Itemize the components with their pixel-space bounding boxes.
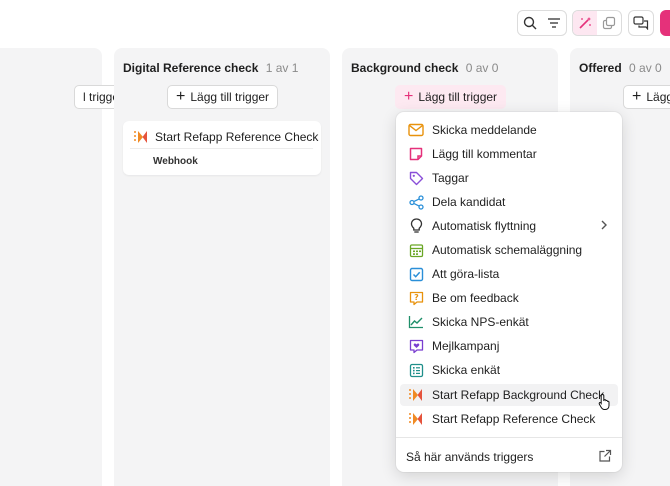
- refapp-icon: [408, 387, 424, 403]
- chart-line-icon: [408, 314, 424, 330]
- add-trigger-label: Lägg till trigger: [418, 90, 498, 104]
- trigger-card-subtitle: Webhook: [153, 156, 198, 167]
- menu-item-todo-list[interactable]: Att göra-lista: [400, 263, 618, 285]
- add-trigger-button[interactable]: + Lägg: [623, 85, 670, 109]
- menu-item-send-nps[interactable]: Skicka NPS-enkät: [400, 311, 618, 333]
- divider: [130, 148, 313, 149]
- trigger-card-title-row: Start Refapp Reference Check: [133, 129, 318, 145]
- view-toggle-group: [572, 10, 622, 36]
- search-filter-group: [517, 10, 567, 36]
- menu-item-label: Lägg till kommentar: [432, 147, 537, 161]
- question-icon: ?: [408, 290, 424, 306]
- hand-cursor-icon: [598, 393, 610, 410]
- refapp-icon: [408, 411, 424, 427]
- menu-item-label: Be om feedback: [432, 291, 519, 305]
- pipeline-column-digital-reference-check: Digital Reference check 1 av 1 + Lägg ti…: [114, 48, 330, 486]
- menu-item-refapp-reference-check[interactable]: Start Refapp Reference Check: [400, 408, 618, 430]
- menu-item-label: Start Refapp Background Check: [432, 388, 605, 402]
- help-link-label: Så här används triggers: [406, 450, 534, 464]
- external-link-icon: [599, 449, 612, 462]
- menu-item-label: Mejlkampanj: [432, 339, 500, 353]
- column-count: 0 av 0: [465, 61, 499, 75]
- refapp-icon: [134, 131, 147, 143]
- comment-icon: [408, 146, 424, 162]
- menu-item-label: Dela kandidat: [432, 195, 506, 209]
- column-title: Offered: [579, 61, 622, 75]
- column-title: Background check: [351, 61, 459, 75]
- calendar-icon: [408, 242, 424, 258]
- add-trigger-label: Lägg: [646, 90, 670, 104]
- column-header: Digital Reference check 1 av 1: [123, 61, 298, 75]
- filter-icon: [548, 18, 560, 28]
- menu-item-share-candidate[interactable]: Dela kandidat: [400, 191, 618, 213]
- menu-item-send-message[interactable]: Skicka meddelande: [400, 119, 618, 141]
- heart-message-icon: [408, 338, 424, 354]
- trigger-card-title: Start Refapp Reference Check: [155, 130, 319, 144]
- chevron-right-icon: [601, 220, 607, 230]
- plus-icon: +: [404, 88, 414, 105]
- svg-text:?: ?: [414, 293, 419, 302]
- search-button[interactable]: [518, 11, 542, 35]
- trigger-card[interactable]: Start Refapp Reference Check Webhook: [123, 121, 321, 175]
- column-title: Digital Reference check: [123, 61, 259, 75]
- menu-item-send-survey[interactable]: Skicka enkät: [400, 359, 618, 381]
- search-icon: [523, 16, 537, 30]
- share-icon: [408, 194, 424, 210]
- menu-item-add-comment[interactable]: Lägg till kommentar: [400, 143, 618, 165]
- plus-icon: +: [176, 88, 186, 105]
- menu-item-email-campaign[interactable]: Mejlkampanj: [400, 335, 618, 357]
- copy-button[interactable]: [597, 11, 621, 35]
- envelope-icon: [408, 122, 424, 138]
- copy-icon: [602, 16, 616, 30]
- lightbulb-icon: [408, 218, 424, 234]
- list-icon: [408, 362, 424, 378]
- menu-item-refapp-background-check[interactable]: Start Refapp Background Check: [400, 384, 618, 406]
- menu-item-label: Skicka NPS-enkät: [432, 315, 529, 329]
- menu-item-label: Skicka meddelande: [432, 123, 537, 137]
- menu-item-tags[interactable]: Taggar: [400, 167, 618, 189]
- filter-button[interactable]: [542, 11, 566, 35]
- menu-item-auto-schedule[interactable]: Automatisk schemaläggning: [400, 239, 618, 261]
- tag-icon: [408, 170, 424, 186]
- column-count: 1 av 1: [265, 61, 299, 75]
- column-header: Offered 0 av 0: [579, 61, 662, 75]
- trigger-menu: Skicka meddelande Lägg till kommentar Ta…: [396, 112, 622, 472]
- menu-item-label: Att göra-lista: [432, 267, 500, 281]
- checkbox-icon: [408, 266, 424, 282]
- divider: [396, 437, 622, 438]
- menu-item-label: Taggar: [432, 171, 469, 185]
- plus-icon: +: [632, 88, 642, 105]
- menu-item-request-feedback[interactable]: ? Be om feedback: [400, 287, 618, 309]
- menu-item-label: Automatisk schemaläggning: [432, 243, 583, 257]
- magic-wand-icon: [579, 17, 591, 29]
- menu-item-label: Start Refapp Reference Check: [432, 412, 596, 426]
- menu-item-label: Automatisk flyttning: [432, 219, 537, 233]
- pipeline-column: l trigger: [0, 48, 132, 486]
- menu-item-label: Skicka enkät: [432, 363, 501, 377]
- add-trigger-label: Lägg till trigger: [190, 90, 270, 104]
- help-link[interactable]: Så här används triggers: [406, 448, 612, 466]
- menu-item-auto-move[interactable]: Automatisk flyttning: [400, 215, 618, 237]
- add-trigger-button[interactable]: + Lägg till trigger: [167, 85, 279, 109]
- chat-button[interactable]: [628, 10, 654, 36]
- column-count: 0 av 0: [629, 61, 662, 75]
- magic-wand-button[interactable]: [573, 11, 597, 35]
- primary-action-button[interactable]: [660, 10, 670, 36]
- chat-icon: [633, 16, 649, 30]
- column-header: Background check 0 av 0: [351, 61, 498, 75]
- add-trigger-button[interactable]: + Lägg till trigger: [395, 85, 507, 109]
